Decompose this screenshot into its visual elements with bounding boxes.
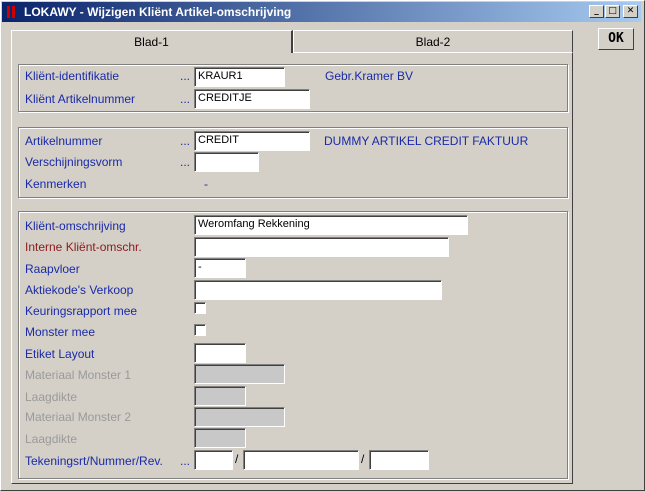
drawing-revision-field[interactable] — [369, 450, 429, 470]
client-article-dots: ... — [180, 92, 191, 106]
tab-blad-1[interactable]: Blad-1 — [11, 30, 293, 53]
article-number-field[interactable]: CREDIT — [194, 131, 310, 151]
article-number-label: Artikelnummer — [25, 134, 103, 148]
article-number-dots: ... — [180, 134, 191, 148]
appearance-field[interactable] — [194, 152, 259, 172]
client-article-label: Kliënt Artikelnummer — [25, 92, 136, 106]
maximize-button[interactable]: □ — [605, 5, 620, 18]
drawing-number-field[interactable] — [243, 450, 359, 470]
internal-description-label: Interne Kliënt-omschr. — [25, 240, 142, 254]
internal-description-field[interactable] — [194, 237, 449, 257]
drawing-label: Tekeningsrt/Nummer/Rev. — [25, 454, 163, 468]
sample-included-checkbox[interactable] — [194, 324, 206, 336]
label-layout-label: Etiket Layout — [25, 347, 95, 361]
client-name: Gebr.Kramer BV — [325, 69, 414, 83]
features-value: - — [204, 177, 208, 191]
client-id-dots: ... — [180, 69, 191, 83]
sales-action-label: Aktiekode's Verkoop — [25, 283, 134, 297]
appearance-label: Verschijningsvorm — [25, 155, 123, 169]
tab-blad-2[interactable]: Blad-2 — [293, 30, 573, 52]
appearance-dots: ... — [180, 155, 191, 169]
close-button[interactable]: ✕ — [623, 5, 638, 18]
client-id-label: Kliënt-identifikatie — [25, 69, 120, 83]
layer-thickness-2-field — [194, 428, 246, 448]
article-description: DUMMY ARTIKEL CREDIT FAKTUUR — [324, 134, 529, 148]
title-bar[interactable]: LOKAWY - Wijzigen Kliënt Artikel-omschri… — [2, 2, 641, 22]
minimize-button[interactable]: _ — [589, 5, 604, 18]
drawing-slash-2: / — [361, 452, 365, 466]
pick-floor-field[interactable]: - — [194, 258, 246, 278]
layer-thickness-2-label: Laagdikte — [25, 432, 78, 446]
client-description-label: Kliënt-omschrijving — [25, 219, 126, 233]
sample-included-label: Monster mee — [25, 325, 96, 339]
drawing-dots: ... — [180, 454, 191, 468]
sample-material-1-field — [194, 364, 285, 384]
client-description-field[interactable]: Weromfang Rekkening — [194, 215, 468, 235]
app-icon — [5, 5, 19, 19]
drawing-type-field[interactable] — [194, 450, 233, 470]
client-id-field[interactable]: KRAUR1 — [194, 67, 285, 87]
ok-button[interactable]: OK — [598, 28, 634, 50]
inspection-report-checkbox[interactable] — [194, 302, 206, 314]
layer-thickness-1-label: Laagdikte — [25, 390, 78, 404]
inspection-report-label: Keuringsrapport mee — [25, 304, 138, 318]
features-label: Kenmerken — [25, 177, 87, 191]
sample-material-1-label: Materiaal Monster 1 — [25, 368, 132, 382]
sample-material-2-field — [194, 407, 285, 427]
label-layout-field[interactable] — [194, 343, 246, 363]
client-article-field[interactable]: CREDITJE — [194, 89, 310, 109]
window-title: LOKAWY - Wijzigen Kliënt Artikel-omschri… — [24, 5, 292, 19]
drawing-slash-1: / — [235, 452, 239, 466]
sample-material-2-label: Materiaal Monster 2 — [25, 410, 132, 424]
layer-thickness-1-field — [194, 386, 246, 406]
pick-floor-label: Raapvloer — [25, 262, 80, 276]
sales-action-field[interactable] — [194, 280, 442, 300]
